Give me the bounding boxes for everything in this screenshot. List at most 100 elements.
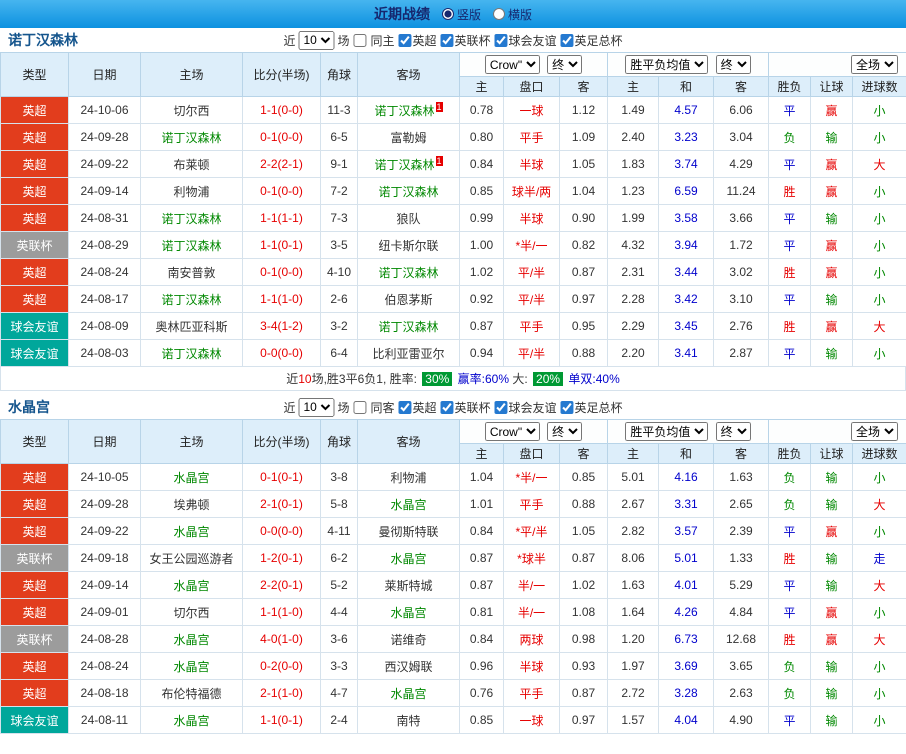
asian-home-odds: 0.87 bbox=[459, 312, 504, 340]
bookmaker-select[interactable]: Crow" bbox=[484, 422, 540, 441]
league-type-badge: 英联杯 bbox=[0, 625, 69, 653]
asian-away-odds: 0.82 bbox=[559, 231, 608, 259]
asian-home-odds: 0.84 bbox=[459, 150, 504, 178]
result-indicator: 平 bbox=[768, 517, 812, 545]
league-type-badge: 英超 bbox=[0, 679, 69, 707]
euro-home-odds: 1.64 bbox=[607, 598, 659, 626]
result-indicator: 负 bbox=[768, 490, 812, 518]
match-row: 英超 24-08-18 布伦特福德 2-1(1-0) 4-7 水晶宫 0.76 平手 0.87 2… bbox=[0, 679, 906, 707]
scope-select[interactable]: 全场 bbox=[851, 55, 899, 74]
euro-home-odds: 2.20 bbox=[607, 339, 659, 367]
asian-away-odds: 0.85 bbox=[559, 463, 608, 491]
match-score: 1-1(1-0) bbox=[242, 285, 321, 313]
result-indicator: 平 bbox=[768, 150, 812, 178]
bookmaker-select[interactable]: Crow" bbox=[484, 55, 540, 74]
friendly-checkbox[interactable] bbox=[494, 33, 508, 47]
same-venue-checkbox[interactable] bbox=[353, 33, 367, 47]
result-indicator: 平 bbox=[768, 285, 812, 313]
col-handicap-result: 让球 bbox=[810, 76, 854, 97]
corner-score: 6-4 bbox=[320, 339, 358, 367]
stat-part: 30% bbox=[422, 371, 453, 386]
away-team: 诺丁汉森林 1 bbox=[357, 96, 460, 124]
col-euro-draw: 和 bbox=[658, 76, 714, 97]
goals-result-indicator: 小 bbox=[852, 463, 906, 491]
league-type-badge: 英超 bbox=[0, 204, 69, 232]
goals-result-indicator: 小 bbox=[852, 177, 906, 205]
euro-draw-odds: 3.45 bbox=[658, 312, 714, 340]
handicap-result-indicator: 输 bbox=[810, 679, 854, 707]
match-count-select[interactable]: 10 bbox=[298, 30, 335, 50]
horizontal-layout-radio[interactable] bbox=[493, 8, 505, 20]
euro-final-select[interactable]: 终 bbox=[715, 422, 751, 441]
goals-result-indicator: 小 bbox=[852, 598, 906, 626]
result-indicator: 平 bbox=[768, 598, 812, 626]
asian-final-select[interactable]: 终 bbox=[547, 422, 583, 441]
layout-option-horizontal[interactable]: 横版 bbox=[493, 6, 532, 23]
fa-cup-checkbox[interactable] bbox=[560, 33, 574, 47]
match-date: 24-09-14 bbox=[68, 177, 141, 205]
match-row: 英超 24-09-22 布莱顿 2-2(2-1) 9-1 诺丁汉森林 1 0.84 半球 1.05… bbox=[0, 150, 906, 178]
corner-score: 3-2 bbox=[320, 312, 358, 340]
league-cup-checkbox[interactable] bbox=[440, 33, 454, 47]
league-filter-league-cup[interactable]: 英联杯 bbox=[440, 399, 491, 416]
home-team: 水晶宫 bbox=[140, 706, 243, 734]
away-team: 诺丁汉森林 1 bbox=[357, 150, 460, 178]
asian-handicap: 平/半 bbox=[503, 339, 560, 367]
friendly-label: 球会友谊 bbox=[508, 400, 557, 415]
away-team: 诺维奇 bbox=[357, 625, 460, 653]
epl-checkbox[interactable] bbox=[398, 400, 412, 414]
league-filter-friendly[interactable]: 球会友谊 bbox=[494, 32, 557, 49]
asian-handicap: *半/一 bbox=[503, 463, 560, 491]
handicap-result-indicator: 输 bbox=[810, 544, 854, 572]
asian-away-odds: 0.88 bbox=[559, 490, 608, 518]
league-filter-fa-cup[interactable]: 英足总杯 bbox=[560, 399, 623, 416]
league-cup-checkbox[interactable] bbox=[440, 400, 454, 414]
league-filter-league-cup[interactable]: 英联杯 bbox=[440, 32, 491, 49]
friendly-label: 球会友谊 bbox=[508, 33, 557, 48]
match-score: 2-2(0-1) bbox=[242, 571, 321, 599]
league-cup-label: 英联杯 bbox=[454, 33, 491, 48]
league-filter-epl[interactable]: 英超 bbox=[397, 399, 437, 416]
friendly-checkbox[interactable] bbox=[494, 400, 508, 414]
league-filter-epl[interactable]: 英超 bbox=[397, 32, 437, 49]
euro-draw-odds: 3.44 bbox=[658, 258, 714, 286]
asian-handicap: 平/半 bbox=[503, 258, 560, 286]
fa-cup-label: 英足总杯 bbox=[574, 33, 623, 48]
asian-home-odds: 0.81 bbox=[459, 598, 504, 626]
asian-away-odds: 0.97 bbox=[559, 285, 608, 313]
asian-final-select[interactable]: 终 bbox=[547, 55, 583, 74]
result-indicator: 平 bbox=[768, 571, 812, 599]
asian-handicap: 球半/两 bbox=[503, 177, 560, 205]
league-filter-friendly[interactable]: 球会友谊 bbox=[494, 399, 557, 416]
match-row: 球会友谊 24-08-11 水晶宫 1-1(0-1) 2-4 南特 0.85 一球 0.97 1.… bbox=[0, 706, 906, 734]
euro-home-odds: 2.29 bbox=[607, 312, 659, 340]
goals-result-indicator: 小 bbox=[852, 231, 906, 259]
vertical-layout-radio[interactable] bbox=[441, 8, 454, 20]
match-score: 0-2(0-0) bbox=[242, 652, 321, 680]
euro-avg-select[interactable]: 胜平负均值 bbox=[625, 422, 709, 441]
match-date: 24-08-31 bbox=[68, 204, 141, 232]
fa-cup-checkbox[interactable] bbox=[560, 400, 574, 414]
corner-score: 6-2 bbox=[320, 544, 358, 572]
layout-option-vertical[interactable]: 竖版 bbox=[441, 6, 481, 23]
euro-final-select[interactable]: 终 bbox=[715, 55, 751, 74]
corner-score: 4-10 bbox=[320, 258, 358, 286]
team-name: 水晶宫 bbox=[8, 399, 50, 415]
asian-handicap: 一球 bbox=[503, 706, 560, 734]
scope-select[interactable]: 全场 bbox=[851, 422, 899, 441]
col-score: 比分(半场) bbox=[242, 52, 321, 97]
away-team: 诺丁汉森林 bbox=[357, 312, 460, 340]
same-venue-checkbox[interactable] bbox=[353, 400, 367, 414]
match-date: 24-08-24 bbox=[68, 652, 141, 680]
goals-result-indicator: 走 bbox=[852, 544, 906, 572]
match-row: 英超 24-08-31 诺丁汉森林 1-1(1-1) 7-3 狼队 0.99 半球 0.90 1.… bbox=[0, 204, 906, 232]
epl-checkbox[interactable] bbox=[398, 33, 412, 47]
league-filter-fa-cup[interactable]: 英足总杯 bbox=[560, 32, 623, 49]
match-row: 英超 24-09-01 切尔西 1-1(1-0) 4-4 水晶宫 0.81 半/一 1.08 1.… bbox=[0, 598, 906, 626]
asian-home-odds: 1.00 bbox=[459, 231, 504, 259]
asian-away-odds: 0.87 bbox=[559, 258, 608, 286]
result-indicator: 负 bbox=[768, 123, 812, 151]
fa-cup-label: 英足总杯 bbox=[574, 400, 623, 415]
euro-avg-select[interactable]: 胜平负均值 bbox=[625, 55, 709, 74]
match-count-select[interactable]: 10 bbox=[298, 397, 335, 417]
